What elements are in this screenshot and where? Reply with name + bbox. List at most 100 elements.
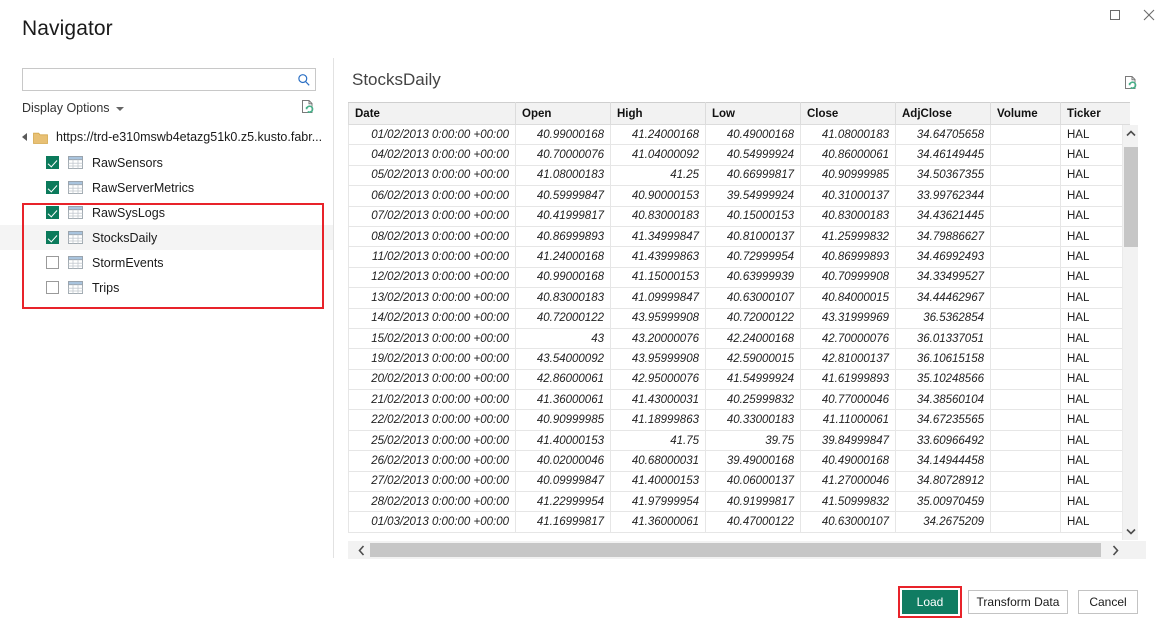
table-row[interactable]: 14/02/2013 0:00:00 +00:00 40.72000122 43.9… <box>348 307 1130 329</box>
table-cell-low: 40.63000107 <box>705 287 801 309</box>
tree-item-rawservermetrics[interactable]: RawServerMetrics <box>0 175 334 200</box>
table-row[interactable]: 28/02/2013 0:00:00 +00:00 41.22999954 41.9… <box>348 491 1130 513</box>
table-row[interactable]: 04/02/2013 0:00:00 +00:00 40.70000076 41.0… <box>348 144 1130 166</box>
column-header-low[interactable]: Low <box>705 102 801 125</box>
tree-item-stocksdaily[interactable]: StocksDaily <box>0 225 334 250</box>
tree-item-label: RawSensors <box>92 155 163 170</box>
scroll-left-arrow-icon[interactable] <box>352 541 370 559</box>
table-cell-date: 28/02/2013 0:00:00 +00:00 <box>348 491 516 513</box>
table-row[interactable]: 13/02/2013 0:00:00 +00:00 40.83000183 41.0… <box>348 287 1130 309</box>
table-row[interactable]: 20/02/2013 0:00:00 +00:00 42.86000061 42.9… <box>348 368 1130 391</box>
search-icon[interactable] <box>293 69 315 90</box>
data-table: Date Open High Low Close AdjClose Volume Ticker… <box>348 102 1130 533</box>
cancel-button[interactable]: Cancel <box>1078 590 1138 614</box>
expand-triangle-icon[interactable] <box>22 133 27 141</box>
table-cell-ticker: HAL <box>1060 491 1130 513</box>
tree-root-node[interactable]: https://trd-e310mswb4etazg51k0.z5.kusto.… <box>0 124 334 150</box>
table-cell-adjclose: 35.10248566 <box>895 368 991 391</box>
horizontal-scrollbar-thumb[interactable] <box>370 543 1101 557</box>
window-controls <box>1098 0 1166 30</box>
column-header-close[interactable]: Close <box>800 102 896 125</box>
table-cell-volume <box>990 225 1061 248</box>
column-header-open[interactable]: Open <box>515 102 611 125</box>
scroll-right-arrow-icon[interactable] <box>1106 541 1124 559</box>
tree-item-rawsensors[interactable]: RawSensors <box>0 150 334 175</box>
preview-grid: Date Open High Low Close AdjClose Volume Ticker… <box>348 102 1146 563</box>
column-header-ticker[interactable]: Ticker <box>1060 102 1130 125</box>
table-cell-close: 39.84999847 <box>800 429 896 452</box>
table-row[interactable]: 19/02/2013 0:00:00 +00:00 43.54000092 43.9… <box>348 348 1130 370</box>
load-button[interactable]: Load <box>902 590 958 614</box>
tree-item-rawsyslogs[interactable]: RawSysLogs <box>0 200 334 225</box>
table-cell-high: 41.43999863 <box>610 246 706 268</box>
table-cell-open: 40.72000122 <box>515 307 611 329</box>
column-header-high[interactable]: High <box>610 102 706 125</box>
column-header-date[interactable]: Date <box>348 102 516 125</box>
table-cell-ticker: HAL <box>1060 450 1130 472</box>
table-cell-ticker: HAL <box>1060 327 1130 350</box>
table-cell-date: 25/02/2013 0:00:00 +00:00 <box>348 429 516 452</box>
table-row[interactable]: 21/02/2013 0:00:00 +00:00 41.36000061 41.4… <box>348 389 1130 411</box>
tree-item-checkbox[interactable] <box>46 231 59 244</box>
table-cell-close: 40.49000168 <box>800 450 896 472</box>
vertical-scrollbar-thumb[interactable] <box>1124 147 1138 247</box>
table-row[interactable]: 15/02/2013 0:00:00 +00:00 43 43.20000076 42… <box>348 327 1130 350</box>
table-row[interactable]: 07/02/2013 0:00:00 +00:00 40.41999817 40.8… <box>348 205 1130 227</box>
tree-item-checkbox[interactable] <box>46 181 59 194</box>
table-row[interactable]: 25/02/2013 0:00:00 +00:00 41.40000153 41.7… <box>348 429 1130 452</box>
tree-item-checkbox[interactable] <box>46 281 59 294</box>
table-cell-open: 40.70000076 <box>515 144 611 166</box>
table-cell-ticker: HAL <box>1060 266 1130 289</box>
scroll-down-arrow-icon[interactable] <box>1123 523 1139 540</box>
horizontal-scrollbar[interactable] <box>348 541 1146 559</box>
table-cell-low: 40.72999954 <box>705 246 801 268</box>
table-cell-open: 41.22999954 <box>515 491 611 513</box>
table-row[interactable]: 01/02/2013 0:00:00 +00:00 40.99000168 41.2… <box>348 123 1130 146</box>
table-row[interactable]: 12/02/2013 0:00:00 +00:00 40.99000168 41.1… <box>348 266 1130 289</box>
scroll-up-arrow-icon[interactable] <box>1123 125 1139 142</box>
table-row[interactable]: 26/02/2013 0:00:00 +00:00 40.02000046 40.6… <box>348 450 1130 472</box>
table-row[interactable]: 05/02/2013 0:00:00 +00:00 41.08000183 41.2… <box>348 164 1130 187</box>
tree-item-checkbox[interactable] <box>46 206 59 219</box>
search-input[interactable] <box>23 69 293 90</box>
table-row[interactable]: 11/02/2013 0:00:00 +00:00 41.24000168 41.4… <box>348 246 1130 268</box>
display-options-dropdown[interactable]: Display Options <box>22 101 124 115</box>
table-cell-adjclose: 34.50367355 <box>895 164 991 187</box>
table-row[interactable]: 08/02/2013 0:00:00 +00:00 40.86999893 41.3… <box>348 225 1130 248</box>
table-cell-open: 41.24000168 <box>515 246 611 268</box>
table-cell-high: 41.04000092 <box>610 144 706 166</box>
vertical-scrollbar[interactable] <box>1122 125 1138 540</box>
maximize-button[interactable] <box>1098 1 1132 29</box>
search-box[interactable] <box>22 68 316 91</box>
table-row[interactable]: 27/02/2013 0:00:00 +00:00 40.09999847 41.4… <box>348 470 1130 493</box>
tree-item-checkbox[interactable] <box>46 256 59 269</box>
table-cell-ticker: HAL <box>1060 144 1130 166</box>
table-row[interactable]: 06/02/2013 0:00:00 +00:00 40.59999847 40.9… <box>348 185 1130 207</box>
table-cell-date: 05/02/2013 0:00:00 +00:00 <box>348 164 516 187</box>
table-cell-high: 40.90000153 <box>610 185 706 207</box>
table-cell-volume <box>990 287 1061 309</box>
column-header-adjclose[interactable]: AdjClose <box>895 102 991 125</box>
transform-data-button[interactable]: Transform Data <box>968 590 1068 614</box>
preview-refresh-icon[interactable] <box>1122 74 1142 94</box>
column-header-volume[interactable]: Volume <box>990 102 1061 125</box>
table-cell-adjclose: 34.46149445 <box>895 144 991 166</box>
table-cell-open: 40.59999847 <box>515 185 611 207</box>
table-cell-low: 42.59000015 <box>705 348 801 370</box>
table-cell-volume <box>990 491 1061 513</box>
table-row[interactable]: 01/03/2013 0:00:00 +00:00 41.16999817 41.3… <box>348 511 1130 533</box>
table-cell-adjclose: 34.14944458 <box>895 450 991 472</box>
tree-item-checkbox[interactable] <box>46 156 59 169</box>
table-cell-volume <box>990 470 1061 493</box>
table-cell-close: 43.31999969 <box>800 307 896 329</box>
tree-item-label: RawServerMetrics <box>92 180 195 195</box>
refresh-icon[interactable] <box>299 98 319 118</box>
table-row[interactable]: 22/02/2013 0:00:00 +00:00 40.90999985 41.1… <box>348 409 1130 431</box>
table-cell-close: 41.25999832 <box>800 225 896 248</box>
table-cell-adjclose: 36.5362854 <box>895 307 991 329</box>
table-cell-date: 07/02/2013 0:00:00 +00:00 <box>348 205 516 227</box>
tree-item-stormevents[interactable]: StormEvents <box>0 250 334 275</box>
table-cell-date: 19/02/2013 0:00:00 +00:00 <box>348 348 516 370</box>
close-button[interactable] <box>1132 1 1166 29</box>
tree-item-trips[interactable]: Trips <box>0 275 334 300</box>
